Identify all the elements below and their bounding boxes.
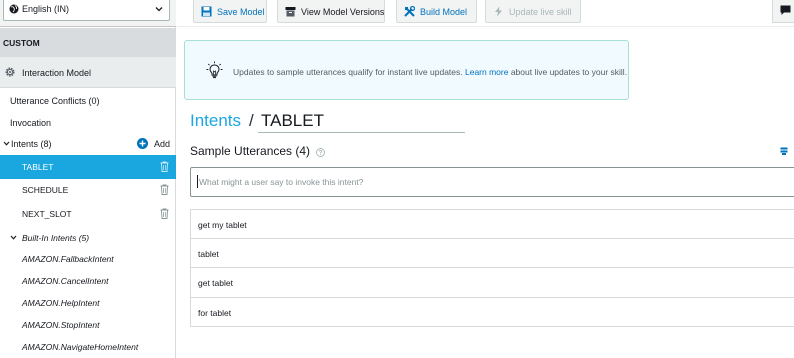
- view-model-versions-label: View Model Versions: [301, 7, 385, 17]
- build-model-label: Build Model: [420, 7, 468, 17]
- lightning-icon: [495, 6, 502, 17]
- intent-name-underline: [258, 132, 465, 133]
- chat-button[interactable]: [772, 0, 794, 23]
- locale-label: English (IN): [22, 4, 70, 14]
- info-banner-text: Updates to sample utterances qualify for…: [233, 67, 627, 77]
- sample-utterance-text: for tablet: [198, 307, 232, 318]
- sidebar-item-interaction-model[interactable]: Interaction Model: [0, 57, 176, 88]
- sample-utterance-row[interactable]: get tablet: [190, 268, 794, 298]
- add-circle-icon[interactable]: [137, 138, 148, 149]
- info-text-before: Updates to sample utterances qualify for…: [233, 67, 465, 77]
- sample-utterance-row[interactable]: get my tablet: [190, 209, 794, 239]
- chevron-down-icon[interactable]: [3, 140, 10, 147]
- sidebar-item-builtin-intent[interactable]: AMAZON.CancelIntent: [22, 276, 108, 286]
- build-model-button[interactable]: Build Model: [396, 0, 477, 23]
- save-model-label: Save Model: [217, 7, 265, 17]
- sidebar: English (IN) CUSTOM Interaction Model Ut…: [0, 0, 176, 358]
- sidebar-item-builtin-intents[interactable]: Built-In Intents (5): [22, 233, 89, 243]
- chevron-down-icon[interactable]: [10, 234, 17, 241]
- intent-label: SCHEDULE: [22, 185, 69, 195]
- sample-utterance-text: get my tablet: [198, 220, 247, 230]
- learn-more-link[interactable]: Learn more: [465, 67, 508, 77]
- intent-label: NEXT_SLOT: [22, 209, 72, 219]
- globe-icon: [9, 4, 19, 14]
- save-model-button[interactable]: Save Model: [193, 0, 267, 23]
- toolbar: Save Model View Model Versions Build Mod…: [177, 0, 794, 27]
- sidebar-item-builtin-intent[interactable]: AMAZON.FallbackIntent: [22, 254, 114, 264]
- add-intent-button[interactable]: Add: [154, 139, 170, 149]
- update-live-skill-label: Update live skill: [509, 7, 572, 17]
- locale-bar: English (IN): [0, 0, 176, 27]
- live-updates-info-banner: Updates to sample utterances qualify for…: [184, 40, 629, 100]
- breadcrumb-separator: /: [249, 111, 254, 130]
- sidebar-item-intent-tablet[interactable]: TABLET: [0, 155, 176, 179]
- breadcrumb-intents-link[interactable]: Intents: [190, 111, 241, 131]
- locale-select[interactable]: English (IN): [3, 0, 170, 21]
- sidebar-item-intent-schedule[interactable]: SCHEDULE: [0, 178, 176, 202]
- archive-icon: [285, 7, 296, 17]
- intent-name-field[interactable]: TABLET: [261, 111, 324, 131]
- bulk-edit-icon[interactable]: [780, 147, 788, 155]
- help-icon[interactable]: [316, 148, 325, 157]
- intent-label: TABLET: [22, 162, 54, 172]
- trash-icon[interactable]: [160, 208, 169, 219]
- sidebar-item-intents[interactable]: Intents (8): [11, 139, 52, 149]
- trash-icon[interactable]: [160, 161, 169, 172]
- view-model-versions-button[interactable]: View Model Versions: [277, 0, 385, 23]
- text-caret: [197, 175, 198, 188]
- sample-utterance-text: tablet: [198, 248, 219, 259]
- sample-utterance-row[interactable]: tablet: [190, 238, 794, 268]
- lightbulb-icon: [206, 61, 223, 79]
- sample-utterance-list: get my tablet tablet get tablet for tabl…: [190, 209, 794, 327]
- sample-utterances-title: Sample Utterances (4): [190, 144, 311, 158]
- sidebar-item-builtin-intent[interactable]: AMAZON.NavigateHomeIntent: [22, 342, 138, 352]
- section-header-label: CUSTOM: [3, 38, 40, 48]
- info-text-after: about live updates to your skill.: [508, 67, 628, 77]
- gear-icon: [5, 67, 15, 77]
- sidebar-item-builtin-intent[interactable]: AMAZON.StopIntent: [22, 320, 99, 330]
- sidebar-item-builtin-intent[interactable]: AMAZON.HelpIntent: [22, 298, 99, 308]
- section-header-custom: CUSTOM: [0, 28, 176, 57]
- sidebar-item-invocation[interactable]: Invocation: [10, 118, 51, 128]
- chevron-down-icon: [155, 7, 163, 12]
- sidebar-item-label: Interaction Model: [22, 68, 92, 78]
- sidebar-item-utterance-conflicts[interactable]: Utterance Conflicts (0): [10, 96, 100, 106]
- sidebar-item-intent-next-slot[interactable]: NEXT_SLOT: [0, 202, 176, 226]
- sample-utterance-row[interactable]: for tablet: [190, 297, 794, 327]
- trash-icon[interactable]: [160, 184, 169, 195]
- tools-icon: [404, 6, 415, 17]
- sample-utterance-input[interactable]: [190, 167, 794, 197]
- update-live-skill-button[interactable]: Update live skill: [485, 0, 581, 23]
- save-icon: [201, 6, 212, 17]
- sample-utterance-text: get tablet: [198, 278, 233, 288]
- chat-icon: [780, 5, 791, 15]
